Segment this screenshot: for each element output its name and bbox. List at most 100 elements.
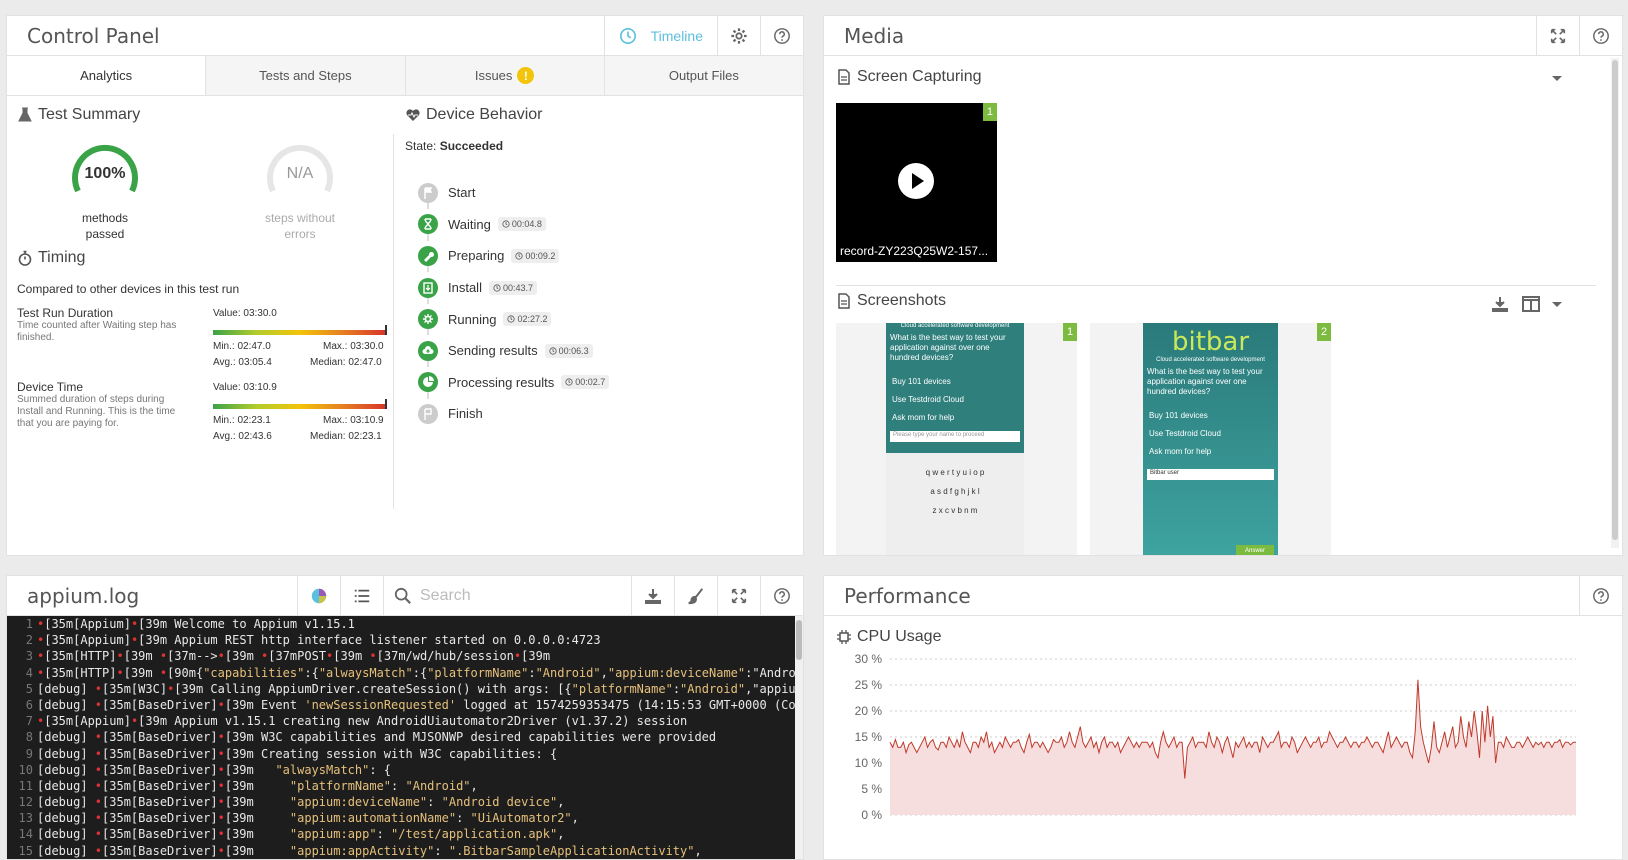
tab-tests-and-steps[interactable]: Tests and Steps [205, 56, 405, 95]
screenshot-thumbnail[interactable]: bitbar Cloud accelerated software develo… [1090, 323, 1331, 555]
install-icon [418, 277, 438, 298]
methods-label-2: passed [85, 227, 125, 241]
y-tick-label: 5 % [861, 782, 882, 796]
download-icon[interactable] [1491, 295, 1509, 313]
metric-desc: Summed duration of steps during Install … [17, 394, 176, 429]
chevron-down-icon[interactable] [1551, 298, 1563, 310]
step-duration: 02:27.2 [503, 312, 552, 327]
methods-value: 100% [84, 165, 126, 182]
line-number: 13 [18, 811, 33, 826]
step-duration: 00:02.7 [561, 375, 610, 390]
expand-icon [731, 588, 747, 604]
screen-header: Cloud accelerated software development [900, 323, 1010, 329]
line-number: 2 [25, 633, 33, 648]
line-number: 8 [25, 730, 33, 745]
phone-screen: Cloud accelerated software development W… [886, 323, 1024, 555]
tab-issues[interactable]: Issues! [404, 56, 604, 95]
log-text: •[35m[HTTP]•[39m •[90m{"capabilities":{"… [37, 665, 797, 680]
steps-label-1: steps without [264, 211, 336, 225]
search-icon [394, 587, 411, 604]
step-item: Waiting 00:04.8 [418, 209, 609, 241]
log-scrollbar-thumb[interactable] [796, 620, 802, 660]
metric-min: Min.: 02:47.0 [213, 341, 271, 352]
log-text: [debug] •[35m[BaseDriver]•[39m "appium:a… [37, 827, 565, 842]
line-number: 9 [25, 746, 33, 761]
chevron-down-icon[interactable] [1551, 72, 1563, 84]
screen-options: Buy 101 devices Use Testdroid Cloud Ask … [886, 367, 1024, 427]
line-number: 4 [25, 665, 33, 680]
screenshots-title: Screenshots [836, 292, 946, 310]
wrench-icon [418, 245, 438, 266]
log-output[interactable]: 1 •[35m[Appium]•[39m Welcome to Appium v1… [7, 616, 797, 859]
clock-icon [507, 315, 516, 323]
timing-marker [385, 399, 387, 409]
line-number: 11 [18, 778, 33, 793]
line-number: 3 [25, 649, 33, 664]
log-text: [debug] •[35m[BaseDriver]•[39m "appium:d… [37, 795, 565, 810]
search-input[interactable]: Search [420, 587, 471, 605]
metric-max: Max.: 03:10.9 [323, 415, 384, 426]
clear-button[interactable] [674, 576, 717, 616]
panel-title: Media [844, 23, 905, 48]
step-name: Sending results [448, 343, 538, 359]
screen-capturing-title: Screen Capturing [836, 68, 982, 86]
step-name: Install [448, 280, 482, 296]
log-text: [debug] •[35m[BaseDriver]•[39m "appium:a… [37, 811, 579, 826]
list-button[interactable] [340, 576, 383, 616]
help-button[interactable] [760, 576, 803, 616]
section-title: Screen Capturing [857, 68, 982, 85]
tab-label: Issues [474, 68, 513, 83]
log-text: [debug] •[35m[BaseDriver]•[39m Creating … [37, 746, 558, 761]
step-name: Processing results [448, 374, 555, 390]
metric-median: Median: 02:23.1 [310, 431, 382, 442]
control-panel: Control Panel Timeline Analytics Tests a… [6, 15, 804, 556]
log-line: 8 [debug] •[35m[BaseDriver]•[39m W3C capa… [7, 729, 797, 745]
tab-output-files[interactable]: Output Files [603, 56, 803, 95]
metric-median: Median: 02:47.0 [310, 357, 382, 368]
help-button[interactable] [1579, 576, 1622, 616]
panel-title: Control Panel [27, 23, 160, 48]
log-text: •[35m[HTTP]•[39m •[37m-->•[39m •[37mPOST… [37, 649, 551, 664]
clock-icon [493, 283, 501, 292]
fullscreen-button[interactable] [1536, 16, 1579, 56]
steps-label-2: errors [284, 227, 316, 241]
log-line: 2 •[35m[Appium]•[39m Appium REST http int… [7, 632, 797, 648]
clock-icon [565, 378, 573, 386]
methods-label-1: methods [81, 211, 129, 225]
layout-columns-icon[interactable] [1522, 296, 1540, 312]
tab-analytics[interactable]: Analytics [7, 56, 206, 95]
test-summary-title: Test Summary [17, 106, 140, 124]
screenshot-badge: 2 [1317, 323, 1331, 341]
divider [836, 285, 1596, 286]
screen-option: Use Testdroid Cloud [892, 395, 964, 404]
settings-button[interactable] [717, 16, 760, 56]
clock-icon [502, 220, 510, 228]
fullscreen-button[interactable] [717, 576, 760, 616]
help-button[interactable] [760, 16, 803, 56]
download-button[interactable] [631, 576, 674, 616]
state-label: State: [405, 139, 437, 153]
metric-name: Test Run Duration [17, 306, 114, 320]
step-list: Start Waiting 00:04.8 Preparing 00:09.2 Insta… [418, 177, 610, 430]
screen-option: Ask mom for help [1149, 447, 1212, 456]
step-name: Waiting [448, 216, 491, 232]
log-text: [debug] •[35m[BaseDriver]•[39m "alwaysMa… [37, 762, 392, 777]
help-button[interactable] [1579, 16, 1622, 56]
media-scrollbar[interactable] [1611, 58, 1619, 548]
line-number: 1 [25, 617, 33, 631]
question-icon [774, 28, 790, 44]
timeline-button[interactable]: Timeline [603, 16, 717, 56]
log-search[interactable]: Search [383, 576, 631, 616]
screen-header: Cloud accelerated software development [1156, 357, 1265, 363]
heartbeat-icon [406, 109, 420, 121]
video-thumbnail[interactable]: 1 record-ZY223Q25W2-157... [836, 103, 997, 262]
flask-icon [18, 107, 32, 122]
metric-value: Value: 03:10.9 [213, 382, 277, 393]
screenshot-thumbnail[interactable]: Cloud accelerated software development W… [836, 323, 1077, 555]
theme-button[interactable] [297, 576, 340, 616]
play-icon[interactable] [898, 163, 934, 199]
question-icon [774, 588, 790, 604]
device-behavior-title: Device Behavior [405, 106, 543, 124]
step-item: Sending results 00:06.3 [418, 335, 609, 367]
performance-panel-header: Performance [824, 576, 1622, 616]
